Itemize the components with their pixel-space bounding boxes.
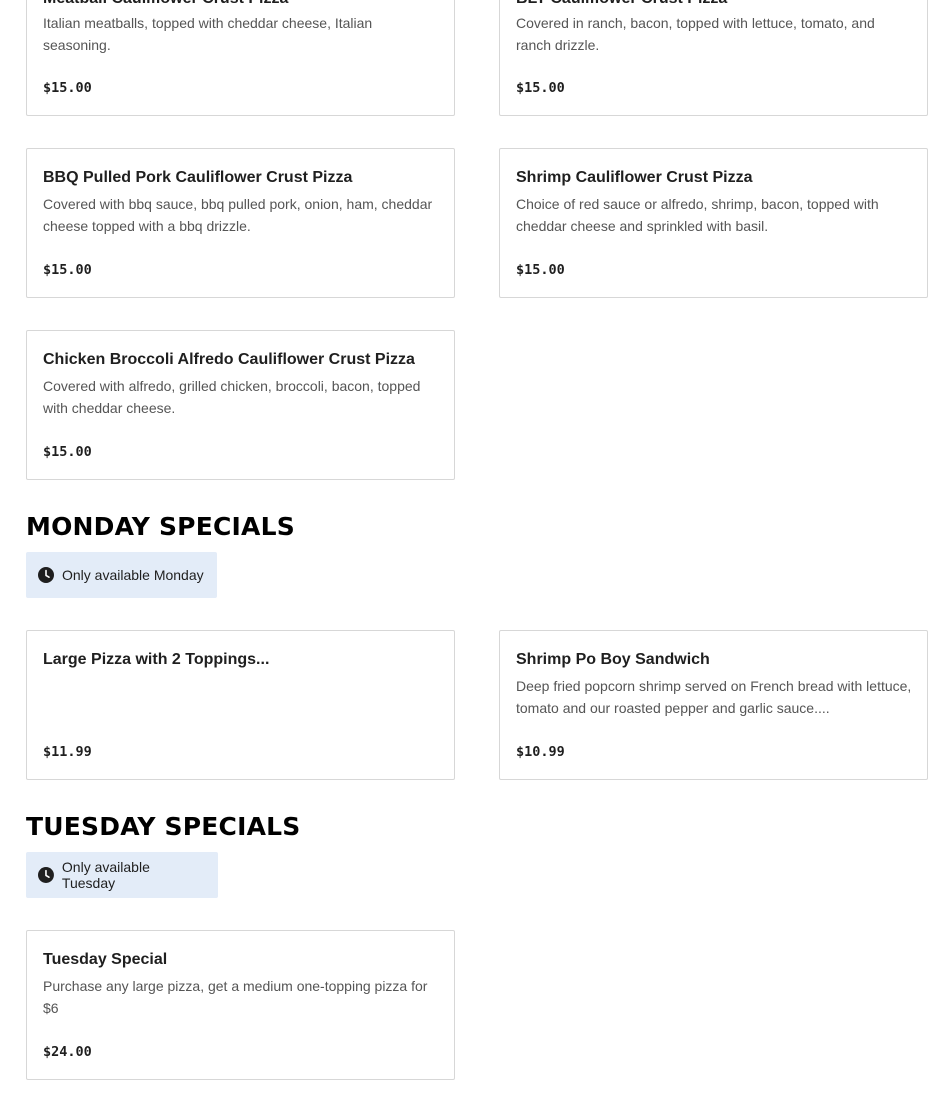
- menu-item-card[interactable]: BLT Cauliflower Crust Pizza Covered in r…: [499, 0, 928, 116]
- menu-item-name: Shrimp Po Boy Sandwich: [516, 651, 710, 668]
- menu-page: Meatball Cauliflower Crust Pizza Italian…: [0, 0, 950, 1096]
- tuesday-availability-badge: Only available Tuesday: [26, 852, 218, 898]
- menu-item-name: Chicken Broccoli Alfredo Cauliflower Cru…: [43, 351, 415, 368]
- menu-item-price: $15.00: [43, 80, 92, 96]
- menu-item-description: Italian meatballs, topped with cheddar c…: [43, 15, 373, 53]
- menu-item-name: Tuesday Special: [43, 951, 168, 968]
- menu-item-name: Shrimp Cauliflower Crust Pizza: [516, 169, 753, 186]
- menu-item-description: Covered with alfredo, grilled chicken, b…: [43, 378, 421, 416]
- menu-item-price: $24.00: [43, 1044, 92, 1060]
- clock-icon: [38, 867, 54, 883]
- menu-item-card[interactable]: Chicken Broccoli Alfredo Cauliflower Cru…: [26, 330, 455, 480]
- menu-item-card[interactable]: Tuesday Special Purchase any large pizza…: [26, 930, 455, 1080]
- menu-item-price: $15.00: [43, 444, 92, 460]
- menu-item-card[interactable]: Shrimp Po Boy Sandwich Deep fried popcor…: [499, 630, 928, 780]
- availability-text: Only available Tuesday: [61, 859, 150, 891]
- menu-item-name: Meatball Cauliflower Crust Pizza: [43, 0, 444, 8]
- menu-item-card[interactable]: Shrimp Cauliflower Crust Pizza Choice of…: [499, 148, 928, 298]
- clock-icon: [38, 567, 54, 583]
- menu-item-card[interactable]: Meatball Cauliflower Crust Pizza Italian…: [26, 0, 455, 116]
- menu-item-price: $15.00: [516, 80, 565, 96]
- tuesday-specials-heading: TUESDAY SPECIALS: [26, 812, 301, 841]
- menu-item-name: BLT Cauliflower Crust Pizza: [516, 0, 917, 8]
- menu-item-description: Covered with bbq sauce, bbq pulled pork,…: [43, 196, 433, 234]
- menu-item-description: Choice of red sauce or alfredo, shrimp, …: [516, 196, 879, 234]
- menu-item-card[interactable]: Large Pizza with 2 Toppings... $11.99: [26, 630, 455, 780]
- menu-item-name: Large Pizza with 2 Toppings...: [43, 651, 270, 668]
- monday-availability-badge: Only available Monday: [26, 552, 217, 598]
- menu-item-price: $15.00: [516, 262, 565, 278]
- monday-specials-heading: MONDAY SPECIALS: [26, 512, 295, 541]
- menu-item-name: BBQ Pulled Pork Cauliflower Crust Pizza: [43, 169, 353, 186]
- menu-item-description: Deep fried popcorn shrimp served on Fren…: [516, 678, 912, 716]
- menu-item-description: Covered in ranch, bacon, topped with let…: [516, 15, 875, 53]
- menu-item-price: $15.00: [43, 262, 92, 278]
- menu-item-price: $10.99: [516, 744, 565, 760]
- menu-item-price: $11.99: [43, 744, 92, 760]
- availability-text: Only available Monday: [62, 567, 204, 583]
- menu-item-description: Purchase any large pizza, get a medium o…: [43, 978, 428, 1016]
- menu-item-card[interactable]: BBQ Pulled Pork Cauliflower Crust Pizza …: [26, 148, 455, 298]
